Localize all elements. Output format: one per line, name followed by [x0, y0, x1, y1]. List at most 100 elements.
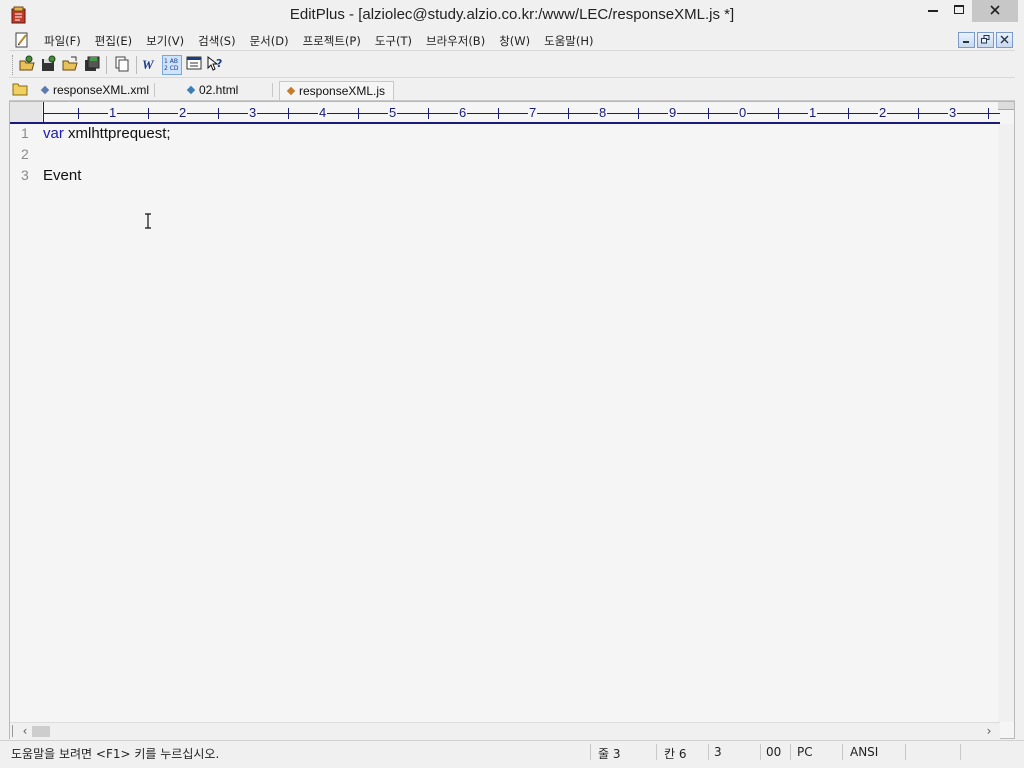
line-number: 2 [21, 146, 29, 162]
menu-items: 파일(F) 편집(E) 보기(V) 검색(S) 문서(D) 프로젝트(P) 도구… [37, 33, 601, 49]
word-wrap-icon: W [142, 57, 155, 72]
status-bar: 도움말을 보려면 <F1> 키를 누르십시오. 줄 3 칸 6 3 00 PC … [0, 740, 1024, 762]
ruler-tick [778, 108, 779, 119]
ruler-toggle[interactable] [184, 55, 204, 75]
ruler-number: 3 [248, 105, 258, 120]
scroll-split-handle[interactable] [998, 102, 1014, 110]
mdi-minimize-button[interactable] [958, 32, 975, 48]
document-tabs: responseXML.xml 02.html responseXML.js [9, 79, 1015, 101]
menu-window[interactable]: 창(W) [492, 33, 537, 49]
scroll-split-grip[interactable] [12, 725, 14, 737]
status-line: 줄 3 [598, 747, 621, 761]
status-divider [905, 744, 906, 760]
menu-edit[interactable]: 편집(E) [88, 33, 139, 49]
ruler-number: 9 [668, 105, 678, 120]
tab-file-icon [186, 85, 196, 95]
mdi-restore-button[interactable] [977, 32, 994, 48]
open-remote-icon [19, 55, 35, 71]
toolbar-separator [136, 56, 137, 74]
minimize-button[interactable] [920, 0, 946, 22]
menu-tools[interactable]: 도구(T) [368, 33, 419, 49]
svg-text:W: W [142, 57, 155, 72]
save-remote-button[interactable] [38, 55, 58, 75]
ruler-tick [428, 108, 429, 119]
ruler-tick [288, 108, 289, 119]
close-icon [1000, 35, 1009, 44]
status-selection: 3 [714, 745, 722, 759]
ruler-tick [708, 108, 709, 119]
maximize-button[interactable] [946, 0, 972, 22]
toolbar: W 1 AB 2 CD ? [9, 52, 1015, 78]
status-mode[interactable]: PC [797, 745, 813, 759]
horizontal-scrollbar[interactable]: ‹ › [10, 722, 1000, 739]
menu-view[interactable]: 보기(V) [139, 33, 191, 49]
status-encoding[interactable]: ANSI [850, 745, 878, 759]
ruler-tick [848, 108, 849, 119]
status-divider [760, 744, 761, 760]
tab-responsexml-js[interactable]: responseXML.js [279, 81, 395, 100]
document-icon[interactable] [14, 32, 30, 48]
code-keyword: var [43, 125, 64, 142]
folder-icon[interactable] [12, 82, 28, 96]
save-all-icon [85, 56, 100, 71]
copy-button[interactable] [112, 55, 132, 75]
open-folder-icon [62, 56, 78, 71]
ruler-tick [498, 108, 499, 119]
code-text: Event [43, 167, 81, 184]
menu-browser[interactable]: 브라우저(B) [419, 33, 492, 49]
text-cursor-icon [144, 213, 152, 229]
help-pointer-icon: ? [207, 55, 222, 71]
ruler-tick [638, 108, 639, 119]
close-icon [990, 5, 1000, 15]
editor-pane[interactable]: 1234567890123 1 var xmlhttprequest; 2 3 … [9, 101, 1015, 739]
tab-label: responseXML.xml [53, 83, 150, 97]
context-help-button[interactable]: ? [205, 55, 225, 75]
scroll-right-arrow-icon[interactable]: › [982, 724, 996, 738]
tab-file-icon [286, 86, 296, 96]
open-file-button[interactable] [60, 55, 80, 75]
open-remote-button[interactable] [17, 55, 37, 75]
status-divider [960, 744, 961, 760]
save-all-button[interactable] [82, 55, 102, 75]
tab-label: responseXML.js [299, 84, 386, 98]
menu-file[interactable]: 파일(F) [37, 33, 88, 49]
word-wrap-button[interactable]: W [140, 55, 160, 75]
mdi-close-button[interactable] [996, 32, 1013, 48]
tab-separator [272, 83, 273, 97]
line-number: 1 [21, 125, 29, 141]
gutter-header [10, 102, 42, 122]
maximize-icon [954, 5, 964, 14]
ruler-tick [988, 108, 989, 119]
tab-responsexml-xml[interactable]: responseXML.xml [34, 81, 157, 100]
ruler-number: 0 [738, 105, 748, 120]
ruler-caret-marker [43, 102, 44, 122]
close-button[interactable] [972, 0, 1018, 22]
menu-search[interactable]: 검색(S) [191, 33, 242, 49]
status-divider [708, 744, 709, 760]
scroll-left-arrow-icon[interactable]: ‹ [18, 724, 32, 738]
toolbar-grip[interactable] [12, 55, 14, 75]
horizontal-scroll-thumb[interactable] [32, 726, 50, 737]
ruler-tick [218, 108, 219, 119]
line-number: 3 [21, 167, 29, 183]
vertical-scrollbar[interactable] [998, 124, 1014, 722]
ruler-number: 4 [318, 105, 328, 120]
ruler-number: 3 [948, 105, 958, 120]
tab-02-html[interactable]: 02.html [180, 81, 246, 100]
status-code: 00 [766, 745, 782, 759]
status-column: 칸 6 [664, 747, 687, 761]
menu-bar: 파일(F) 편집(E) 보기(V) 검색(S) 문서(D) 프로젝트(P) 도구… [9, 30, 1015, 51]
status-help-text: 도움말을 보려면 <F1> 키를 누르십시오. [11, 747, 220, 761]
code-rest: xmlhttprequest; [63, 125, 171, 142]
status-divider [842, 744, 843, 760]
line-number-toggle[interactable]: 1 AB 2 CD [162, 55, 182, 75]
copy-icon [115, 56, 129, 72]
menu-project[interactable]: 프로젝트(P) [296, 33, 368, 49]
title-bar: EditPlus - [alziolec@study.alzio.co.kr:/… [0, 0, 1024, 30]
line-number-icon: 1 AB2 CD [164, 58, 179, 72]
restore-icon [981, 35, 990, 44]
menu-document[interactable]: 문서(D) [243, 33, 296, 49]
menu-help[interactable]: 도움말(H) [537, 33, 600, 49]
svg-text:?: ? [216, 57, 222, 70]
ruler-number: 8 [598, 105, 608, 120]
